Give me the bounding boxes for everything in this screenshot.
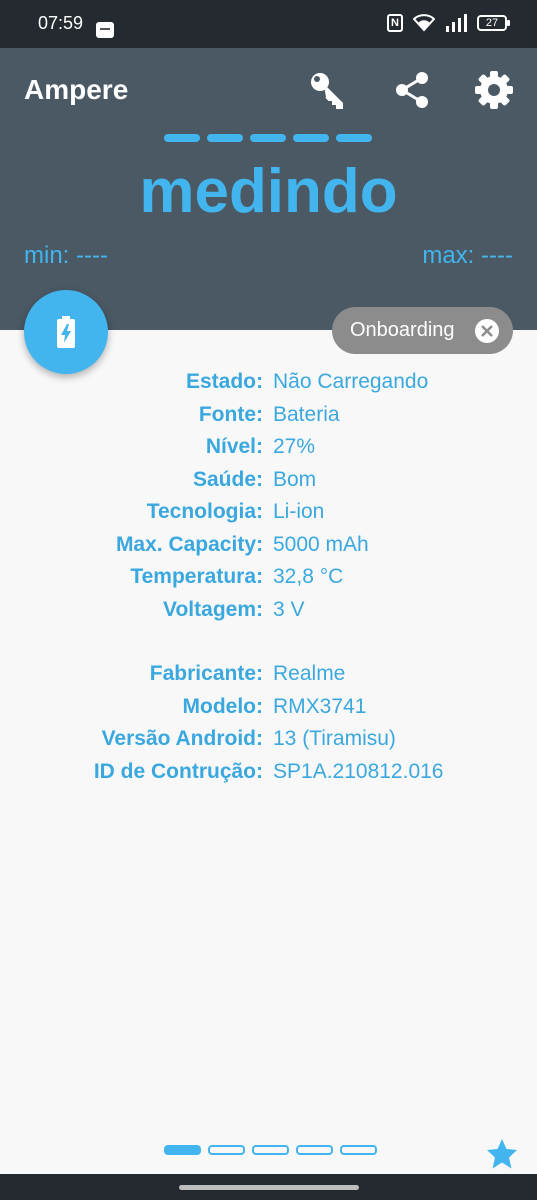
info-label: Estado:: [185, 370, 263, 393]
info-value: Li-ion: [273, 500, 325, 523]
home-gesture-handle[interactable]: [179, 1185, 359, 1190]
info-value: Bom: [273, 467, 317, 491]
max-value: max: ----: [422, 242, 513, 269]
page-dot[interactable]: [340, 1145, 377, 1155]
current-reading: medindo: [139, 157, 398, 226]
share-icon: [396, 72, 428, 108]
settings-button[interactable]: [472, 68, 516, 112]
battery-info: Estado: Não Carregando Fonte: Bateria Níve…: [0, 366, 537, 788]
info-label: Max. Capacity:: [115, 532, 263, 556]
page-dot-active[interactable]: [164, 1145, 201, 1155]
info-row-modelo: Modelo: RMX3741: [0, 691, 537, 724]
app-title: Ampere: [24, 74, 129, 105]
info-label: Tecnologia:: [146, 500, 263, 523]
info-row-fonte: Fonte: Bateria: [0, 399, 537, 432]
battery-icon: 27: [477, 15, 510, 31]
share-button[interactable]: [390, 68, 434, 112]
info-value: Realme: [273, 662, 346, 685]
battery-fab[interactable]: [24, 290, 108, 374]
gear-icon: [475, 71, 513, 109]
info-value: 5000 mAh: [273, 532, 369, 556]
battery-charging-icon: [57, 316, 75, 348]
info-label: Voltagem:: [163, 597, 263, 621]
info-value: 27%: [273, 435, 316, 458]
status-bar: 07:59 N 27: [0, 0, 537, 48]
key-button[interactable]: [306, 68, 350, 112]
indicator-dash: [336, 134, 372, 142]
close-icon[interactable]: [475, 319, 499, 343]
info-value: Não Carregando: [273, 370, 429, 393]
key-icon: [311, 73, 343, 109]
rate-button[interactable]: [486, 1138, 518, 1170]
info-value: SP1A.210812.016: [273, 759, 444, 783]
info-row-build-id: ID de Contrução: SP1A.210812.016: [0, 756, 537, 789]
reading-indicator: [164, 134, 372, 142]
info-label: Fonte:: [198, 402, 263, 426]
onboarding-label: Onboarding: [350, 319, 455, 341]
info-row-capacity: Max. Capacity: 5000 mAh: [0, 529, 537, 562]
info-row-estado: Estado: Não Carregando: [0, 366, 537, 399]
page-dot[interactable]: [252, 1145, 289, 1155]
page-indicator: [164, 1145, 377, 1155]
info-label: Temperatura:: [130, 565, 263, 588]
app-header: Ampere medindo min: ---- max: ----: [0, 48, 537, 330]
info-row-tecnologia: Tecnologia: Li-ion: [0, 496, 537, 529]
info-value: 13 (Tiramisu): [273, 727, 396, 750]
info-label: Versão Android:: [101, 727, 263, 750]
info-label: Saúde:: [192, 467, 263, 491]
info-row-fabricante: Fabricante: Realme: [0, 658, 537, 691]
info-row-android: Versão Android: 13 (Tiramisu): [0, 723, 537, 756]
min-value: min: ----: [24, 242, 108, 269]
nfc-icon: N: [387, 14, 403, 32]
info-label: Fabricante:: [149, 662, 263, 685]
wifi-icon: [413, 14, 435, 32]
info-row-temperatura: Temperatura: 32,8 °C: [0, 561, 537, 594]
navigation-bar: [0, 1174, 537, 1200]
page-dot[interactable]: [296, 1145, 333, 1155]
indicator-dash: [250, 134, 286, 142]
indicator-dash: [164, 134, 200, 142]
page-dot[interactable]: [208, 1145, 245, 1155]
status-time: 07:59: [38, 13, 84, 33]
info-label: Modelo:: [182, 694, 263, 718]
indicator-dash: [207, 134, 243, 142]
onboarding-chip[interactable]: Onboarding: [332, 307, 513, 354]
info-value: RMX3741: [273, 694, 367, 718]
indicator-dash: [293, 134, 329, 142]
star-icon: [487, 1139, 517, 1169]
info-row-saude: Saúde: Bom: [0, 464, 537, 497]
info-value: 3 V: [273, 597, 305, 621]
info-row-voltagem: Voltagem: 3 V: [0, 594, 537, 627]
info-value: 32,8 °C: [273, 565, 344, 588]
info-label: Nível:: [205, 435, 263, 458]
status-icons: N 27: [387, 12, 510, 34]
info-row-nivel: Nível: 27%: [0, 431, 537, 464]
signal-icon: [445, 14, 467, 32]
notification-icon: [96, 22, 114, 38]
info-value: Bateria: [273, 402, 340, 426]
info-label: ID de Contrução:: [93, 759, 263, 783]
